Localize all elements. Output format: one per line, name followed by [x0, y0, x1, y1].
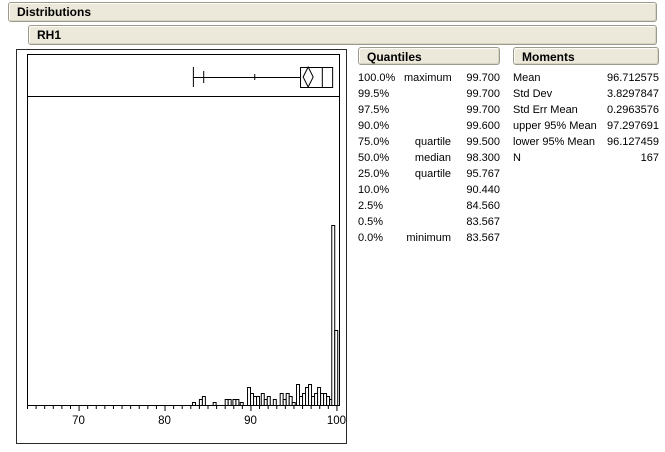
quantile-percent: 97.5%	[358, 102, 404, 118]
quantile-label: quartile	[404, 134, 451, 150]
moments-title-label: Moments	[522, 50, 575, 64]
histogram-bar[interactable]	[257, 397, 260, 406]
quantile-label	[404, 86, 451, 102]
moment-row: Std Err Mean0.2963576	[513, 102, 659, 118]
histogram-bar[interactable]	[193, 403, 196, 406]
x-axis: 70 80 90 100	[28, 406, 347, 427]
histogram-bar[interactable]	[267, 397, 270, 406]
moments-table: Mean96.712575Std Dev3.8297847Std Err Mea…	[513, 70, 659, 166]
quantile-percent: 100.0%	[358, 70, 404, 86]
quantile-value: 83.567	[451, 214, 500, 230]
histogram-bar[interactable]	[213, 403, 216, 406]
quantile-value: 99.700	[451, 86, 500, 102]
quantile-percent: 99.5%	[358, 86, 404, 102]
histogram-bar[interactable]	[228, 400, 231, 406]
histogram-bar[interactable]	[240, 403, 243, 406]
boxplot-box[interactable]	[301, 68, 333, 88]
rh1-section-label: RH1	[37, 28, 61, 42]
moment-value: 96.712575	[607, 70, 659, 86]
plot-inner-border	[28, 55, 340, 406]
x-axis-tick-label: 80	[158, 415, 171, 427]
quantile-label	[404, 118, 451, 134]
histogram-bar[interactable]	[273, 400, 276, 406]
quantile-label: median	[404, 150, 451, 166]
moment-label: upper 95% Mean	[513, 118, 607, 134]
histogram-bar[interactable]	[236, 400, 239, 406]
histogram-bar[interactable]	[292, 403, 295, 406]
quantile-label	[404, 214, 451, 230]
x-axis-tick-label: 100	[327, 415, 346, 427]
quantile-row: 90.0% 99.600	[358, 118, 500, 134]
quantile-percent: 0.0%	[358, 230, 404, 246]
moment-label: N	[513, 150, 641, 166]
quantile-value: 95.767	[451, 166, 500, 182]
quantile-value: 99.600	[451, 118, 500, 134]
quantile-row: 2.5% 84.560	[358, 198, 500, 214]
histogram-bars	[193, 226, 338, 406]
moments-panel-title[interactable]: Moments	[513, 47, 659, 65]
moment-value: 97.297691	[607, 118, 659, 134]
quantile-row: 0.0%minimum83.567	[358, 230, 500, 246]
quantile-percent: 0.5%	[358, 214, 404, 230]
quantile-value: 99.700	[451, 102, 500, 118]
quantile-row: 100.0%maximum99.700	[358, 70, 500, 86]
quantile-percent: 90.0%	[358, 118, 404, 134]
histogram-bar[interactable]	[202, 397, 205, 406]
quantile-percent: 2.5%	[358, 198, 404, 214]
moment-value: 0.2963576	[607, 102, 659, 118]
moment-label: lower 95% Mean	[513, 134, 607, 150]
quantile-label	[404, 198, 451, 214]
quantile-row: 0.5% 83.567	[358, 214, 500, 230]
quantile-label	[404, 102, 451, 118]
quantile-percent: 75.0%	[358, 134, 404, 150]
quantile-value: 98.300	[451, 150, 500, 166]
quantiles-table: 100.0%maximum99.70099.5%99.70097.5%99.70…	[358, 70, 500, 246]
quantile-value: 84.560	[451, 198, 500, 214]
distribution-report: Distributions RH1 70 80 90 100 Quantiles 10…	[0, 0, 665, 452]
moments-panel: Moments Mean96.712575Std Dev3.8297847Std…	[513, 47, 659, 166]
moment-row: Mean96.712575	[513, 70, 659, 86]
quantiles-panel-title[interactable]: Quantiles	[358, 47, 500, 65]
quantile-percent: 50.0%	[358, 150, 404, 166]
moment-value: 3.8297847	[607, 86, 659, 102]
quantile-percent: 25.0%	[358, 166, 404, 182]
quantile-value: 99.700	[451, 70, 500, 86]
quantiles-panel: Quantiles 100.0%maximum99.70099.5%99.700…	[358, 47, 500, 246]
distributions-header[interactable]: Distributions	[8, 2, 657, 22]
moment-row: upper 95% Mean97.297691	[513, 118, 659, 134]
quantile-row: 50.0%median98.300	[358, 150, 500, 166]
quantile-label: minimum	[404, 230, 451, 246]
quantile-value: 99.500	[451, 134, 500, 150]
moment-value: 96.127459	[607, 134, 659, 150]
moment-label: Std Dev	[513, 86, 607, 102]
quantiles-title-label: Quantiles	[367, 50, 422, 64]
quantile-percent: 10.0%	[358, 182, 404, 198]
x-axis-tick-label: 70	[72, 415, 85, 427]
quantile-value: 90.440	[451, 182, 500, 198]
quantile-value: 83.567	[451, 230, 500, 246]
quantile-row: 97.5% 99.700	[358, 102, 500, 118]
histogram-bar[interactable]	[335, 331, 338, 406]
quantile-row: 99.5% 99.700	[358, 86, 500, 102]
outlier-boxplot[interactable]	[193, 67, 333, 88]
histogram-boxplot-frame: 70 80 90 100	[16, 49, 347, 444]
quantile-row: 10.0% 90.440	[358, 182, 500, 198]
quantile-label: quartile	[404, 166, 451, 182]
moment-row: lower 95% Mean96.127459	[513, 134, 659, 150]
moment-label: Mean	[513, 70, 607, 86]
histogram-boxplot-chart[interactable]: 70 80 90 100	[16, 49, 347, 444]
quantile-label	[404, 182, 451, 198]
rh1-section-header[interactable]: RH1	[28, 25, 657, 45]
moment-label: Std Err Mean	[513, 102, 607, 118]
distributions-header-label: Distributions	[17, 5, 91, 19]
x-axis-tick-label: 90	[244, 415, 257, 427]
quantile-label: maximum	[404, 70, 451, 86]
quantile-row: 75.0%quartile99.500	[358, 134, 500, 150]
moment-value: 167	[641, 150, 659, 166]
moment-row: N167	[513, 150, 659, 166]
quantile-row: 25.0%quartile95.767	[358, 166, 500, 182]
moment-row: Std Dev3.8297847	[513, 86, 659, 102]
